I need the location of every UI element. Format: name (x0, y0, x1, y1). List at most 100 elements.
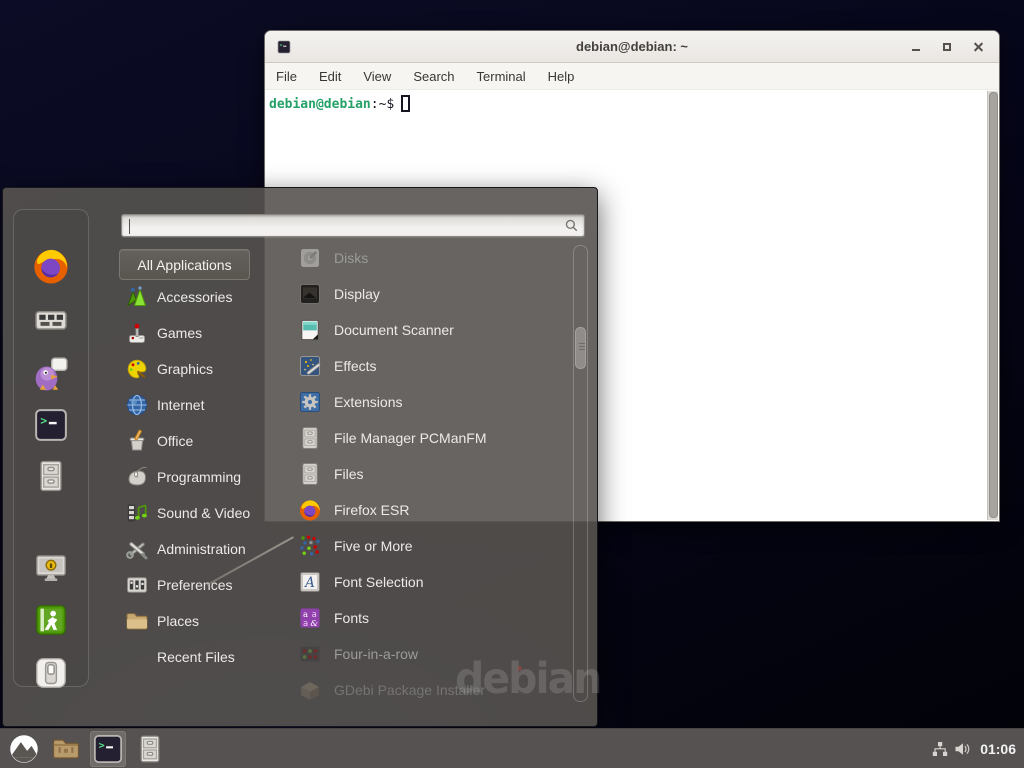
sidebar-file-manager-button[interactable] (34, 459, 68, 493)
app-effects[interactable]: Effects (286, 348, 568, 384)
menu-sidebar: > (13, 209, 89, 687)
app-font-selection[interactable]: AFont Selection (286, 564, 568, 600)
taskbar-terminal-button[interactable]: > (90, 731, 126, 767)
effects-icon (298, 354, 322, 378)
terminal-menu-edit[interactable]: Edit (319, 69, 341, 84)
category-recent-files[interactable]: Recent Files (119, 639, 269, 675)
app-label: Five or More (334, 538, 413, 554)
folder-icon (51, 734, 81, 764)
category-label: Programming (157, 469, 241, 485)
app-label: Display (334, 286, 380, 302)
sidebar-software-button[interactable] (33, 302, 69, 338)
app-label: Document Scanner (334, 322, 454, 338)
sidebar-logout-button[interactable] (34, 603, 68, 637)
app-label: Four-in-a-row (334, 646, 418, 662)
all-applications-button[interactable]: All Applications (119, 249, 250, 280)
app-disks: Disks (286, 240, 568, 276)
volume-icon[interactable] (954, 741, 970, 757)
category-games[interactable]: Games (119, 315, 269, 351)
sidebar-shutdown-button[interactable] (34, 656, 68, 690)
category-graphics[interactable]: Graphics (119, 351, 269, 387)
font-selection-icon: A (298, 570, 322, 594)
terminal-menubar: File Edit View Search Terminal Help (265, 63, 999, 90)
clock[interactable]: 01:06 (980, 741, 1016, 757)
taskbar-files-button[interactable] (132, 731, 168, 767)
category-office[interactable]: Office (119, 423, 269, 459)
terminal-icon: > (93, 734, 123, 764)
taskbar-file-manager-button[interactable] (48, 731, 84, 767)
close-button[interactable] (974, 43, 983, 52)
terminal-menu-terminal[interactable]: Terminal (477, 69, 526, 84)
terminal-scrollbar[interactable] (987, 91, 998, 520)
office-icon (125, 429, 149, 453)
app-label: GDebi Package Installer (334, 682, 485, 698)
terminal-menu-file[interactable]: File (276, 69, 297, 84)
menu-logo-icon (9, 734, 39, 764)
category-programming[interactable]: Programming (119, 459, 269, 495)
app-extensions[interactable]: Extensions (286, 384, 568, 420)
accessories-icon (125, 285, 149, 309)
prompt-path: :~$ (371, 97, 394, 112)
minimize-button[interactable] (912, 49, 920, 51)
search-input[interactable] (122, 215, 564, 236)
app-label: Fonts (334, 610, 369, 626)
app-label: Extensions (334, 394, 402, 410)
sidebar-terminal-button[interactable]: > (34, 408, 68, 442)
sidebar-firefox-button[interactable] (31, 246, 71, 286)
app-document-scanner[interactable]: Document Scanner (286, 312, 568, 348)
search-icon (564, 218, 579, 233)
category-sound-video[interactable]: Sound & Video (119, 495, 269, 531)
app-files[interactable]: Files (286, 456, 568, 492)
category-label: Accessories (157, 289, 232, 305)
network-icon[interactable] (932, 741, 948, 757)
sidebar-lock-screen-button[interactable] (34, 551, 68, 585)
prompt-user-host: debian@debian (269, 97, 371, 112)
category-places[interactable]: Places (119, 603, 269, 639)
sidebar-pidgin-button[interactable] (33, 356, 69, 392)
app-display[interactable]: Display (286, 276, 568, 312)
file-cabinet-icon (298, 462, 322, 486)
terminal-titlebar[interactable]: > debian@debian: ~ (265, 31, 999, 63)
app-label: Files (334, 466, 364, 482)
terminal-scrollbar-thumb[interactable] (989, 92, 998, 518)
administration-icon (125, 537, 149, 561)
graphics-icon (125, 357, 149, 381)
terminal-cursor (401, 95, 410, 112)
app-firefox-esr[interactable]: Firefox ESR (286, 492, 568, 528)
file-cabinet-icon (298, 426, 322, 450)
app-file-manager-pcmanfm[interactable]: File Manager PCManFM (286, 420, 568, 456)
svg-text:>: > (280, 42, 283, 48)
taskbar-menu-button[interactable] (6, 731, 42, 767)
app-five-or-more[interactable]: Five or More (286, 528, 568, 564)
internet-icon (125, 393, 149, 417)
terminal-menu-view[interactable]: View (363, 69, 391, 84)
application-menu: debian > All Applications AccessoriesGam… (2, 187, 598, 727)
svg-text:&: & (310, 619, 318, 629)
category-label: Games (157, 325, 202, 341)
category-list: Accessories Games Graphics Internet Office Pr… (119, 279, 269, 675)
category-label: Sound & Video (157, 505, 250, 521)
app-fonts[interactable]: aaa&Fonts (286, 600, 568, 636)
category-preferences[interactable]: Preferences (119, 567, 269, 603)
menu-scrollbar[interactable] (573, 245, 588, 702)
menu-scrollbar-thumb[interactable] (575, 327, 586, 369)
app-label: File Manager PCManFM (334, 430, 487, 446)
terminal-window-icon: > (277, 40, 291, 54)
firefox-icon (298, 498, 322, 522)
svg-text:A: A (303, 575, 315, 591)
app-gdebi-package-installer: GDebi Package Installer (286, 672, 568, 701)
category-accessories[interactable]: Accessories (119, 279, 269, 315)
desktop: > debian@debian: ~ File Edit View Search Ter… (0, 0, 1024, 768)
category-label: Graphics (157, 361, 213, 377)
category-label: Preferences (157, 577, 232, 593)
category-label: Recent Files (157, 649, 235, 665)
file-cabinet-icon (135, 734, 165, 764)
terminal-menu-search[interactable]: Search (413, 69, 454, 84)
places-icon (125, 609, 149, 633)
terminal-title: debian@debian: ~ (265, 39, 999, 54)
maximize-button[interactable] (943, 43, 951, 51)
terminal-menu-help[interactable]: Help (548, 69, 575, 84)
category-internet[interactable]: Internet (119, 387, 269, 423)
svg-text:>: > (40, 413, 47, 427)
category-label: Office (157, 433, 193, 449)
